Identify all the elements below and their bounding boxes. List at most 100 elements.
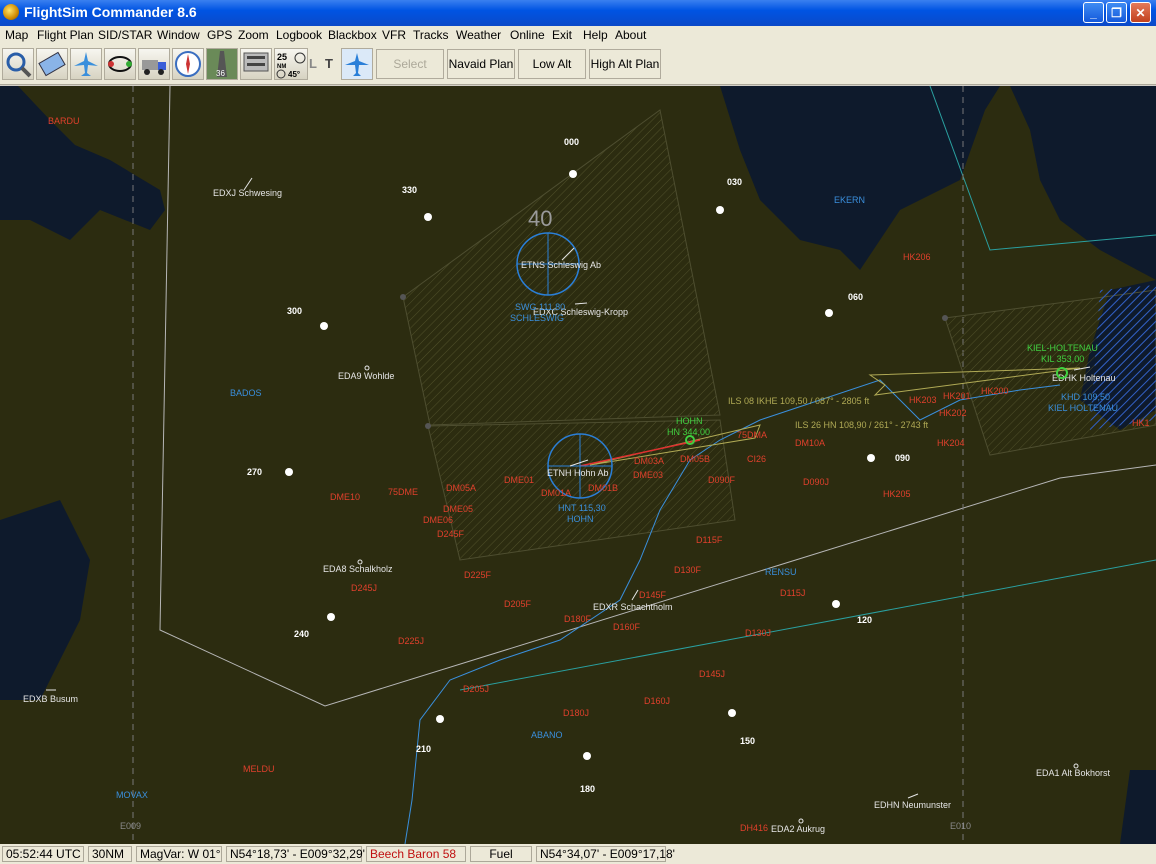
airport-label[interactable]: ETNS Schleswig Ab bbox=[521, 260, 601, 270]
fix-label[interactable]: HK204 bbox=[937, 438, 965, 448]
fix-label[interactable]: DM01B bbox=[588, 483, 618, 493]
runway-icon[interactable]: 36 bbox=[206, 48, 238, 80]
vor-label[interactable]: SCHLESWIG bbox=[510, 313, 564, 323]
fix-label[interactable]: D115J bbox=[780, 588, 805, 598]
fuel-truck-icon[interactable] bbox=[138, 48, 170, 80]
airport-label[interactable]: EDXR Schachtholm bbox=[593, 602, 673, 612]
l-toggle[interactable]: L bbox=[309, 48, 323, 80]
menu-exit[interactable]: Exit bbox=[552, 28, 572, 42]
menu-help[interactable]: Help bbox=[583, 28, 608, 42]
fix-label[interactable]: D245F bbox=[437, 529, 465, 539]
menu-flight-plan[interactable]: Flight Plan bbox=[37, 28, 94, 42]
waypoint-label[interactable]: ABANO bbox=[531, 730, 563, 740]
vor-label[interactable]: KHD 109,50 bbox=[1061, 392, 1110, 402]
fix-label[interactable]: D130J bbox=[745, 628, 771, 638]
menu-window[interactable]: Window bbox=[157, 28, 200, 42]
fix-label[interactable]: D160F bbox=[613, 622, 641, 632]
range-25nm-icon[interactable]: 25 NM 45° bbox=[274, 48, 308, 80]
menu-zoom[interactable]: Zoom bbox=[238, 28, 269, 42]
fix-label[interactable]: 75DMA bbox=[737, 430, 767, 440]
fix-label[interactable]: DME05 bbox=[443, 504, 473, 514]
airport-label[interactable]: EDA8 Schalkholz bbox=[323, 564, 393, 574]
fix-label[interactable]: HK203 bbox=[909, 395, 937, 405]
airport-label[interactable]: EDA9 Wohlde bbox=[338, 371, 394, 381]
fix-label[interactable]: MELDU bbox=[243, 764, 275, 774]
fix-label[interactable]: D205F bbox=[504, 599, 532, 609]
ndb-label[interactable]: KIL 353,00 bbox=[1041, 354, 1084, 364]
auto-route-icon[interactable] bbox=[341, 48, 373, 80]
ndb-label[interactable]: HOHN bbox=[676, 416, 703, 426]
menu-about[interactable]: About bbox=[615, 28, 646, 42]
fix-label[interactable]: HK1 bbox=[1132, 418, 1150, 428]
select-airport-button[interactable]: Select Airport bbox=[376, 49, 444, 99]
airport-label[interactable]: EDA2 Aukrug bbox=[771, 824, 825, 834]
fix-label[interactable]: D130F bbox=[674, 565, 702, 575]
fix-label[interactable]: DME01 bbox=[504, 475, 534, 485]
airport-label[interactable]: EDXB Busum bbox=[23, 694, 78, 704]
fix-label[interactable]: D245J bbox=[351, 583, 377, 593]
menu-online[interactable]: Online bbox=[510, 28, 545, 42]
fix-label[interactable]: D115F bbox=[696, 535, 723, 545]
low-alt-plan-button[interactable]: Low Alt Plan bbox=[518, 49, 586, 99]
fix-label[interactable]: D160J bbox=[644, 696, 670, 706]
waypoint-label[interactable]: MOVAX bbox=[116, 790, 148, 800]
route-icon[interactable] bbox=[104, 48, 136, 80]
fix-label[interactable]: DME10 bbox=[330, 492, 360, 502]
flight-plan-icon[interactable] bbox=[36, 48, 68, 80]
fix-label[interactable]: DME06 bbox=[423, 515, 453, 525]
high-alt-plan-button[interactable]: High Alt Plan bbox=[589, 49, 661, 79]
aircraft-icon[interactable] bbox=[70, 48, 102, 80]
fix-label[interactable]: CI26 bbox=[747, 454, 766, 464]
fix-label[interactable]: D145J bbox=[699, 669, 725, 679]
fix-label[interactable]: DH416 bbox=[740, 823, 768, 833]
menu-weather[interactable]: Weather bbox=[456, 28, 501, 42]
fix-label[interactable]: HK205 bbox=[883, 489, 911, 499]
fix-label[interactable]: D225F bbox=[464, 570, 492, 580]
airport-label[interactable]: EDA1 Alt Bokhorst bbox=[1036, 768, 1111, 778]
menu-blackbox[interactable]: Blackbox bbox=[328, 28, 377, 42]
compass-icon[interactable] bbox=[172, 48, 204, 80]
fix-label[interactable]: BARDU bbox=[48, 116, 80, 126]
airport-diagram-icon[interactable] bbox=[240, 48, 272, 80]
airport-label[interactable]: ETNH Hohn Ab bbox=[547, 468, 609, 478]
waypoint-label[interactable]: BADOS bbox=[230, 388, 262, 398]
vor-label[interactable]: HNT 115,30 bbox=[558, 503, 606, 513]
close-button[interactable]: ✕ bbox=[1130, 2, 1151, 23]
fix-label[interactable]: D090J bbox=[803, 477, 829, 487]
fix-label[interactable]: DM10A bbox=[795, 438, 825, 448]
map-settings-icon[interactable] bbox=[2, 48, 34, 80]
ndb-label[interactable]: KIEL-HOLTENAU bbox=[1027, 343, 1098, 353]
vor-label[interactable]: KIEL HOLTENAU bbox=[1048, 403, 1118, 413]
fix-label[interactable]: DM01A bbox=[541, 488, 571, 498]
fix-label[interactable]: HK202 bbox=[939, 408, 967, 418]
fix-label[interactable]: D225J bbox=[398, 636, 424, 646]
fix-label[interactable]: D145F bbox=[639, 590, 667, 600]
menu-sid-star[interactable]: SID/STAR bbox=[98, 28, 152, 42]
fix-label[interactable]: HK206 bbox=[903, 252, 931, 262]
minimize-button[interactable]: _ bbox=[1083, 2, 1104, 23]
fix-label[interactable]: DME03 bbox=[633, 470, 663, 480]
fix-label[interactable]: DM03A bbox=[634, 456, 664, 466]
waypoint-label[interactable]: RENSU bbox=[765, 567, 797, 577]
menu-tracks[interactable]: Tracks bbox=[413, 28, 449, 42]
fix-label[interactable]: D205J bbox=[463, 684, 489, 694]
fix-label[interactable]: DM05A bbox=[446, 483, 476, 493]
t-toggle[interactable]: T bbox=[325, 48, 339, 80]
menu-map[interactable]: Map bbox=[5, 28, 28, 42]
fix-label[interactable]: 75DME bbox=[388, 487, 418, 497]
maximize-button[interactable]: ❐ bbox=[1106, 2, 1127, 23]
waypoint-label[interactable]: EKERN bbox=[834, 195, 865, 205]
airport-label[interactable]: EDXJ Schwesing bbox=[213, 188, 282, 198]
fix-label[interactable]: D180F bbox=[564, 614, 592, 624]
fix-label[interactable]: HK200 bbox=[981, 386, 1009, 396]
airport-label[interactable]: EDHN Neumunster bbox=[874, 800, 951, 810]
fix-label[interactable]: D180J bbox=[563, 708, 589, 718]
fix-label[interactable]: DM05B bbox=[680, 454, 710, 464]
map-canvas[interactable]: 000 030 060 090 120 150 180 210 240 270 … bbox=[0, 86, 1156, 844]
vor-label[interactable]: SWG 111,80 bbox=[515, 302, 565, 312]
menu-logbook[interactable]: Logbook bbox=[276, 28, 322, 42]
map-view[interactable]: 000 030 060 090 120 150 180 210 240 270 … bbox=[0, 86, 1156, 844]
vor-label[interactable]: HOHN bbox=[567, 514, 594, 524]
navaid-plan-button[interactable]: Navaid Plan bbox=[447, 49, 515, 79]
fix-label[interactable]: D090F bbox=[708, 475, 736, 485]
